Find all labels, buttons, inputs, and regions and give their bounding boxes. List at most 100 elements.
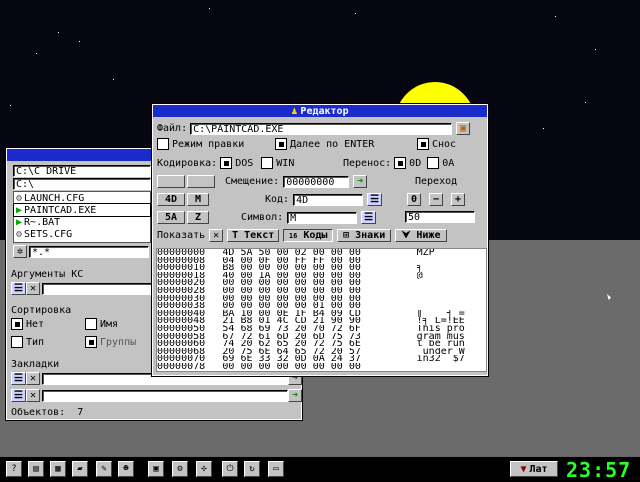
char-m-button[interactable]: M [187, 193, 209, 206]
restart-icon[interactable]: ↻ [244, 461, 260, 477]
sort-name-option[interactable]: Имя [85, 318, 118, 330]
radio-icon[interactable] [275, 138, 287, 150]
radio-icon[interactable] [85, 318, 97, 330]
file-list-item[interactable]: ▶ PAINTCAD.EXE [13, 203, 151, 217]
hex-row[interactable]: 00000050 54 68 69 73 20 70 72 6F This pro [157, 325, 486, 333]
file-list-item[interactable]: ⚙ SETS.CFG [14, 228, 150, 240]
goto-amount-input[interactable]: 50 [405, 211, 475, 223]
settings-icon[interactable]: ⚙ [172, 461, 188, 477]
code-5a-button[interactable]: 5A [157, 211, 185, 224]
monitor-icon[interactable]: ▣ [148, 461, 164, 477]
text-button[interactable]: T Текст [227, 229, 280, 242]
go-arrow-icon[interactable]: ➜ [353, 175, 368, 188]
hex-row[interactable]: 00000070 69 6E 33 32 0D 0A 24 37 in32 $7 [157, 355, 486, 363]
close-icon[interactable]: ✕ [25, 282, 40, 295]
sort-none-option[interactable]: Нет [11, 318, 44, 330]
hex-row[interactable]: 00000048 21 B8 01 4C CD 21 90 90 !╕ L=!ÉÉ [157, 317, 486, 325]
close-icon[interactable]: ✕ [25, 372, 40, 385]
list-icon[interactable]: ☰ [361, 211, 377, 224]
drive-field[interactable]: C:\C_DRIVE [13, 165, 151, 177]
lang-label: Лат [529, 463, 548, 475]
hex-row[interactable]: 00000038 00 00 00 00 00 01 00 00 [157, 302, 486, 310]
star [36, 53, 37, 54]
close-icon[interactable]: ✕ [209, 229, 224, 242]
minus-button[interactable]: − [429, 193, 443, 206]
down-button[interactable]: ⮟ Ниже [395, 229, 448, 242]
radio-icon[interactable] [85, 336, 97, 348]
symbol-input[interactable]: M [287, 211, 358, 224]
offset-input[interactable]: 00000000 [283, 175, 350, 188]
signs-button[interactable]: ⊞ Знаки [337, 229, 392, 242]
checkbox-icon[interactable] [157, 138, 169, 150]
path-field[interactable]: C:\ [13, 178, 151, 190]
hex-addr: 00000040 [157, 309, 206, 318]
radio-icon[interactable] [11, 318, 23, 330]
char-z-button[interactable]: Z [187, 211, 209, 224]
asterisk-icon[interactable]: ✲ [13, 245, 27, 258]
radio-icon[interactable] [417, 138, 429, 150]
radio-icon[interactable] [220, 157, 233, 169]
radio-icon[interactable] [11, 336, 23, 348]
file-list[interactable]: ⚙ LAUNCH.CFG ▶ PAINTCAD.EXE ▶ R~.BAT ⚙ SETS.CFG [13, 191, 151, 243]
blank-button[interactable] [157, 175, 185, 188]
hex-row[interactable]: 00000020 00 00 00 00 00 00 00 00 [157, 279, 486, 287]
hex-row[interactable]: 00000000 4D 5A 50 00 02 00 00 00 MZP [157, 249, 486, 257]
hex-row[interactable]: 00000060 74 20 62 65 20 72 75 6E t be run [157, 340, 486, 348]
folder-icon[interactable]: ▰ [72, 461, 88, 477]
wrap-option[interactable]: Снос [417, 138, 456, 150]
hex-row[interactable]: 00000068 20 75 6E 64 65 72 20 57 under W [157, 348, 486, 356]
symbol-row: Символ: M ☰ [241, 211, 377, 224]
list-icon[interactable]: ☰ [11, 389, 26, 402]
sort-type-option[interactable]: Тип [11, 336, 44, 348]
editor-titlebar[interactable]: ♟ Редактор [153, 105, 487, 117]
hex-ascii: in32 $7 [416, 355, 465, 363]
edit-mode-option[interactable]: Режим правки [157, 138, 244, 150]
text-button-label: Текст [244, 230, 275, 241]
args-input[interactable] [41, 282, 154, 295]
list-icon[interactable]: ☰ [11, 282, 26, 295]
goto-zero-button[interactable]: 0 [407, 193, 421, 206]
checkbox-icon[interactable] [261, 157, 274, 169]
file-list-item[interactable]: ⚙ LAUNCH.CFG [14, 192, 150, 204]
checkbox-icon[interactable] [427, 157, 440, 169]
power-icon[interactable]: ⏻ [222, 461, 238, 477]
hex-row[interactable]: 00000078 00 00 00 00 00 00 00 00 [157, 363, 486, 371]
hex-row[interactable]: 00000058 67 72 61 6D 20 6D 75 73 gram mus [157, 333, 486, 341]
codes-button[interactable]: 16 Коды [283, 229, 334, 242]
file-path-input[interactable]: C:\PAINTCAD.EXE [190, 122, 453, 135]
star [113, 79, 114, 80]
plus-button[interactable]: + [451, 193, 465, 206]
bookmark-input[interactable] [41, 389, 288, 402]
calc-icon[interactable]: ▦ [50, 461, 66, 477]
paint-icon[interactable]: ✎ [96, 461, 112, 477]
hex-row[interactable]: 00000030 00 00 00 00 00 00 00 00 [157, 295, 486, 303]
display-icon[interactable]: ▭ [268, 461, 284, 477]
hex-row[interactable]: 00000010 B8 00 00 00 00 00 00 00 ╕ [157, 264, 486, 272]
mask-input[interactable]: *.* [29, 245, 149, 258]
hex-row[interactable]: 00000008 04 00 0F 00 FF FF 00 00 [157, 257, 486, 265]
list-icon[interactable]: ☰ [367, 193, 383, 206]
file-list-item[interactable]: ▶ R~.BAT [14, 216, 150, 228]
radio-icon[interactable] [394, 157, 407, 169]
hex-view[interactable]: 00000000 4D 5A 50 00 02 00 00 00 MZP 000000… [156, 248, 487, 372]
go-arrow-icon[interactable]: ➜ [287, 389, 302, 402]
code-4d-button[interactable]: 4D [157, 193, 185, 206]
puzzle-icon[interactable]: ✣ [196, 461, 212, 477]
code-input[interactable]: 4D [293, 193, 364, 206]
close-icon[interactable]: ✕ [25, 389, 40, 402]
hex-row[interactable]: 00000040 BA 10 00 0E 1F B4 09 CD ║ ┤ = [157, 310, 486, 318]
help-icon[interactable]: ? [6, 461, 22, 477]
hex-row[interactable]: 00000018 40 00 1A 00 00 00 00 00 @ [157, 272, 486, 280]
hex-addr: 00000020 [157, 279, 206, 287]
user-icon[interactable]: ☻ [118, 461, 134, 477]
bookmark-row-2: ☰ ✕ ➜ [11, 389, 302, 402]
list-icon[interactable]: ☰ [11, 372, 26, 385]
hex-row[interactable]: 00000028 00 00 00 00 00 00 00 00 [157, 287, 486, 295]
blank-button[interactable] [187, 175, 215, 188]
sort-groups-option[interactable]: Группы [85, 336, 136, 348]
folder-icon[interactable]: ▣ [456, 122, 471, 135]
enter-next-option[interactable]: Далее по ENTER [275, 138, 374, 150]
keyboard-layout-button[interactable]: ▼ Лат [510, 461, 558, 477]
editor-window: ♟ Редактор Файл: C:\PAINTCAD.EXE ▣ Режим … [152, 104, 488, 376]
document-icon[interactable]: ▤ [28, 461, 44, 477]
